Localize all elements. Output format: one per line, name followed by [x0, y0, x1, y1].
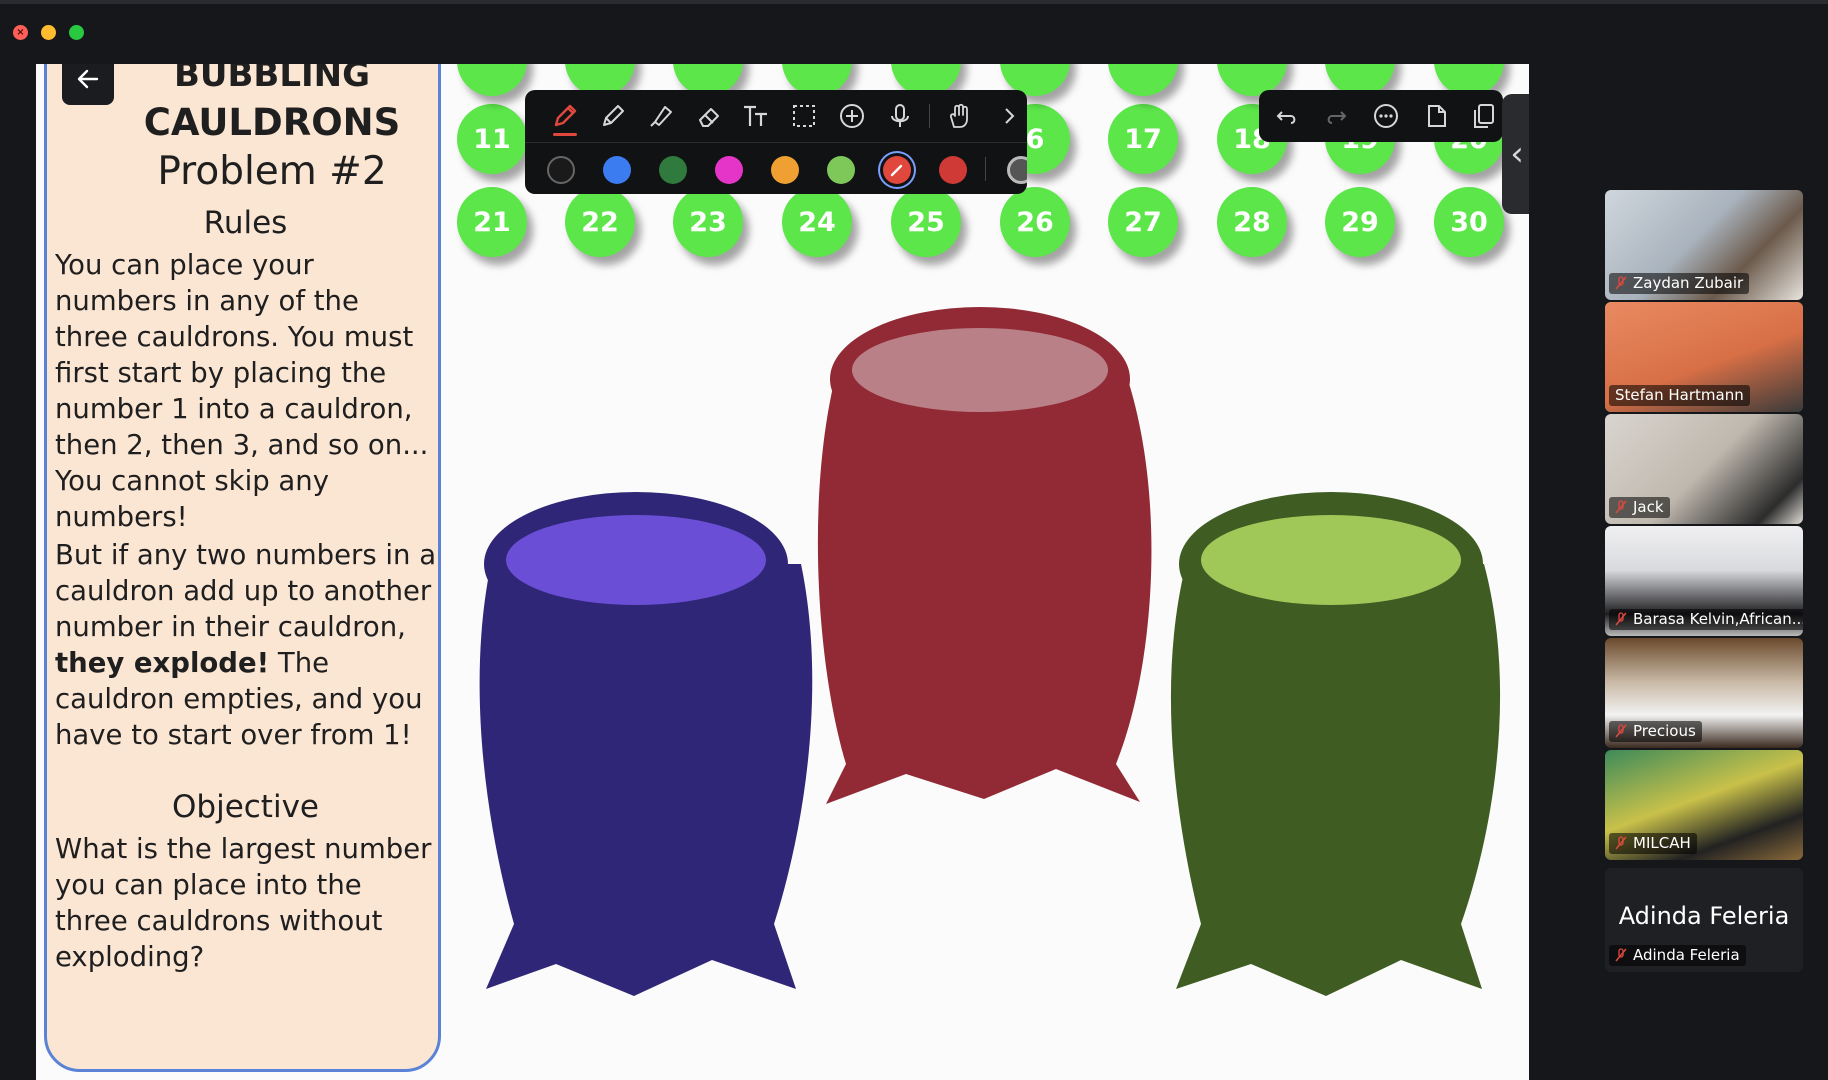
mic-tool-button[interactable] — [881, 98, 919, 134]
share-icon[interactable] — [1421, 101, 1451, 131]
rules-p2-start: But if any two numbers in a cauldron add… — [55, 539, 437, 643]
participant-name: Zaydan Zubair — [1633, 274, 1744, 292]
close-icon: × — [16, 27, 25, 38]
objective-heading: Objective — [172, 789, 319, 825]
participant-name: MILCAH — [1633, 834, 1691, 852]
pencil-tool-icon — [603, 105, 624, 126]
participant-tile[interactable]: Precious — [1605, 638, 1803, 748]
toolbar-divider — [985, 157, 986, 181]
participant-name: Jack — [1633, 498, 1664, 516]
participant-name: Stefan Hartmann — [1615, 386, 1744, 404]
rules-p2-bold: they explode! — [55, 647, 270, 679]
mic-muted-icon — [1615, 500, 1627, 514]
green-cauldron-inner-rim — [1201, 515, 1461, 605]
mic-muted-icon — [1615, 276, 1627, 290]
text-tool-button[interactable] — [737, 98, 775, 134]
more-icon[interactable] — [1371, 101, 1401, 131]
participant-name: Precious — [1633, 722, 1696, 740]
mic-muted-icon — [1615, 948, 1627, 962]
participant-name-label: Zaydan Zubair — [1609, 273, 1750, 294]
maximize-window-button[interactable] — [69, 25, 84, 40]
color-dark-red-swatch[interactable] — [939, 156, 967, 184]
eraser-tool-button[interactable] — [690, 98, 728, 134]
participant-tile[interactable]: Jack — [1605, 414, 1803, 524]
arrow-left-icon — [77, 69, 99, 89]
highlighter-tool-button[interactable] — [642, 98, 680, 134]
pen-tool-icon — [554, 104, 577, 127]
active-tool-underline — [553, 133, 577, 136]
participant-tile[interactable]: Barasa Kelvin,African... — [1605, 526, 1803, 636]
whiteboard-canvas[interactable]: 3029282726252423222120191817611 BUBBLING… — [36, 64, 1529, 1080]
actions-toolbar — [1259, 90, 1503, 142]
color-black-swatch[interactable] — [547, 156, 575, 184]
tools-row — [525, 90, 1027, 142]
add-tool-button[interactable] — [833, 98, 871, 134]
drawing-toolbar — [525, 90, 1027, 194]
stroke-size-button[interactable] — [1007, 156, 1027, 184]
participant-name-label: MILCAH — [1609, 833, 1697, 854]
close-window-button[interactable]: × — [13, 25, 28, 40]
redo-icon[interactable] — [1321, 101, 1351, 131]
rules-paragraph-2: But if any two numbers in a cauldron add… — [55, 537, 440, 753]
pen-selected-icon — [890, 164, 903, 177]
participant-big-name: Adinda Feleria — [1618, 902, 1790, 930]
objective-text: What is the largest number you can place… — [55, 833, 432, 973]
participant-name-label: Jack — [1609, 497, 1670, 518]
participant-tile[interactable]: Stefan Hartmann — [1605, 302, 1803, 412]
red-cauldron[interactable] — [817, 307, 1152, 804]
chevron-left-icon: ‹ — [1510, 134, 1524, 174]
color-blue-swatch[interactable] — [603, 156, 631, 184]
mic-tool-icon — [891, 104, 909, 127]
participant-tile[interactable]: Zaydan Zubair — [1605, 190, 1803, 300]
undo-icon[interactable] — [1272, 101, 1302, 131]
color-light-green-swatch[interactable] — [827, 156, 855, 184]
copy-icon[interactable] — [1469, 101, 1499, 131]
toolbar-expand-button[interactable] — [990, 98, 1027, 134]
select-tool-icon — [793, 105, 815, 127]
rules-paragraph-1: You can place your numbers in any of the… — [55, 249, 429, 533]
pen-tool-button[interactable] — [546, 98, 584, 136]
color-palette — [525, 142, 1027, 194]
chevron-right-icon — [1005, 108, 1015, 124]
purple-cauldron[interactable] — [479, 492, 813, 996]
pencil-tool-button[interactable] — [594, 98, 632, 134]
participant-tile[interactable]: MILCAH — [1605, 750, 1803, 860]
title-line-1: BUBBLING — [173, 64, 371, 95]
participant-name: Adinda Feleria — [1633, 946, 1740, 964]
rules-card: BUBBLING CAULDRONS Problem #2 Rules You … — [44, 64, 441, 1072]
participant-tile-adinda[interactable]: Adinda Feleria Adinda Feleria — [1605, 868, 1803, 972]
color-orange-swatch[interactable] — [771, 156, 799, 184]
color-red-swatch-selected[interactable] — [883, 156, 911, 184]
minimize-window-button[interactable] — [41, 25, 56, 40]
highlighter-tool-icon — [650, 106, 672, 127]
participant-name-label: Adinda Feleria — [1609, 945, 1746, 966]
participant-name: Barasa Kelvin,African... — [1633, 610, 1803, 628]
text-tool-icon — [744, 105, 767, 126]
color-magenta-swatch[interactable] — [715, 156, 743, 184]
mic-muted-icon — [1615, 836, 1627, 850]
add-tool-icon — [840, 104, 864, 128]
color-dark-green-swatch[interactable] — [659, 156, 687, 184]
mic-muted-icon — [1615, 724, 1627, 738]
panel-collapse-tab[interactable]: ‹ — [1502, 94, 1529, 214]
hand-tool-icon — [949, 103, 968, 128]
mic-muted-icon — [1615, 612, 1627, 626]
rules-heading: Rules — [203, 205, 288, 241]
problem-number: Problem #2 — [157, 149, 387, 194]
eraser-tool-icon — [699, 108, 719, 127]
select-tool-button[interactable] — [785, 98, 823, 134]
participant-name-label: Precious — [1609, 721, 1702, 742]
participant-name-label: Barasa Kelvin,African... — [1609, 609, 1803, 630]
hand-tool-button[interactable] — [941, 98, 979, 134]
green-cauldron[interactable] — [1170, 492, 1501, 996]
purple-cauldron-inner-rim — [506, 515, 766, 605]
participant-name-label: Stefan Hartmann — [1609, 385, 1750, 406]
red-cauldron-inner-rim — [852, 328, 1108, 412]
title-line-2: CAULDRONS — [143, 101, 401, 144]
window-top-edge — [0, 0, 1828, 4]
toolbar-divider — [929, 104, 930, 128]
